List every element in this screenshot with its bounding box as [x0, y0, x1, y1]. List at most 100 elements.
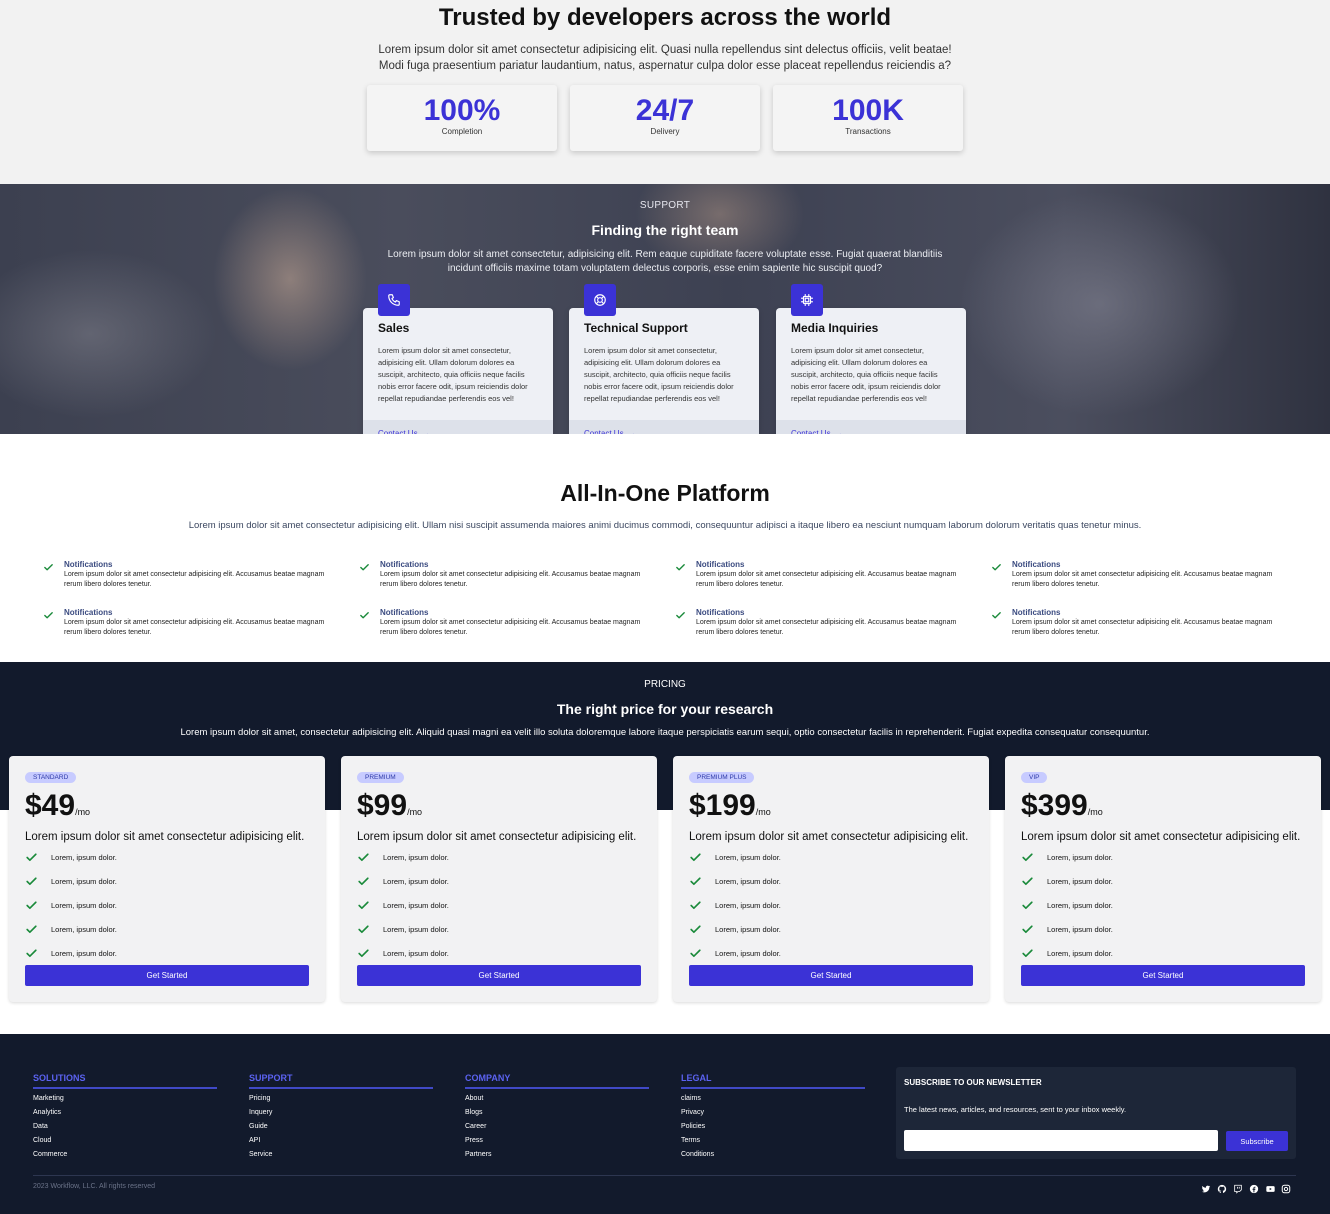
platform-section: All-In-One Platform Lorem ipsum dolor si…	[0, 434, 1330, 662]
check-icon	[675, 608, 686, 626]
check-icon	[1022, 901, 1033, 910]
plan-description: Lorem ipsum dolor sit amet consectetur a…	[1021, 831, 1301, 843]
footer-column-company: COMPANY About Blogs Career Press Partner…	[465, 1073, 649, 1162]
check-icon	[26, 949, 37, 958]
feature-text: Lorem ipsum dolor sit amet consectetur a…	[380, 619, 641, 636]
check-icon	[359, 608, 370, 626]
stat-card-delivery: 24/7 Delivery	[570, 85, 760, 151]
get-started-button[interactable]: Get Started	[1021, 965, 1305, 986]
newsletter-text: The latest news, articles, and resources…	[904, 1105, 1127, 1114]
check-icon	[358, 901, 369, 910]
plan-price: $399/mo	[1021, 789, 1103, 822]
plan-feature-label: Lorem, ipsum dolor.	[51, 853, 117, 862]
footer-link[interactable]: Conditions	[681, 1148, 865, 1162]
footer-link[interactable]: Service	[249, 1148, 433, 1162]
feature-title: Notifications	[380, 608, 429, 617]
check-icon	[1022, 853, 1033, 862]
github-icon[interactable]	[1216, 1183, 1228, 1195]
get-started-button[interactable]: Get Started	[357, 965, 641, 986]
platform-title: All-In-One Platform	[560, 480, 770, 506]
footer-link[interactable]: Press	[465, 1134, 649, 1148]
feature-title: Notifications	[380, 560, 429, 569]
stat-label: Delivery	[650, 127, 680, 136]
footer-link[interactable]: Cloud	[33, 1134, 217, 1148]
plan-description: Lorem ipsum dolor sit amet consectetur a…	[689, 831, 969, 843]
get-started-button[interactable]: Get Started	[689, 965, 973, 986]
instagram-icon[interactable]	[1280, 1183, 1292, 1195]
plan-period: /mo	[407, 807, 423, 817]
footer-column-support: SUPPORT Pricing Inquery Guide API Servic…	[249, 1073, 433, 1162]
feature-title: Notifications	[64, 608, 113, 617]
footer-column-title: COMPANY	[465, 1073, 649, 1089]
plan-feature-label: Lorem, ipsum dolor.	[715, 877, 781, 886]
support-card-title: Technical Support	[584, 321, 688, 335]
social-links	[1200, 1183, 1292, 1195]
support-eyebrow: SUPPORT	[639, 200, 691, 211]
footer-link[interactable]: Policies	[681, 1120, 865, 1134]
plan-feature-label: Lorem, ipsum dolor.	[1047, 853, 1113, 862]
footer-link[interactable]: Terms	[681, 1134, 865, 1148]
subscribe-button[interactable]: Subscribe	[1226, 1131, 1288, 1151]
feature-text: Lorem ipsum dolor sit amet consectetur a…	[696, 571, 957, 588]
footer-link[interactable]: Career	[465, 1120, 649, 1134]
newsletter-email-input[interactable]	[904, 1130, 1218, 1151]
footer-link[interactable]: Marketing	[33, 1092, 217, 1106]
footer-link[interactable]: Analytics	[33, 1106, 217, 1120]
support-title: Finding the right team	[591, 222, 739, 238]
plan-period: /mo	[75, 807, 91, 817]
plan-feature-label: Lorem, ipsum dolor.	[715, 901, 781, 910]
support-card-title: Media Inquiries	[791, 321, 879, 335]
twitch-icon[interactable]	[1232, 1183, 1244, 1195]
footer-link[interactable]: Commerce	[33, 1148, 217, 1162]
plan-badge: VIP	[1021, 772, 1048, 783]
plan-feature-label: Lorem, ipsum dolor.	[1047, 901, 1113, 910]
footer-column-title: SOLUTIONS	[33, 1073, 217, 1089]
feature-title: Notifications	[1012, 608, 1061, 617]
plan-feature-label: Lorem, ipsum dolor.	[715, 925, 781, 934]
footer-link[interactable]: About	[465, 1092, 649, 1106]
facebook-icon[interactable]	[1248, 1183, 1260, 1195]
plan-feature-label: Lorem, ipsum dolor.	[383, 949, 449, 958]
platform-description: Lorem ipsum dolor sit amet consectetur a…	[188, 520, 1142, 531]
support-card-text: Lorem ipsum dolor sit amet consectetur, …	[584, 346, 734, 403]
phone-icon	[378, 284, 410, 316]
footer-link[interactable]: Inquery	[249, 1106, 433, 1120]
check-icon	[358, 877, 369, 886]
stat-value: 24/7	[635, 94, 695, 127]
feature-text: Lorem ipsum dolor sit amet consectetur a…	[64, 571, 325, 588]
pricing-card: PREMIUM PLUS $199/mo Lorem ipsum dolor sit…	[673, 756, 989, 1002]
footer-divider	[33, 1175, 1296, 1176]
newsletter-title: SUBSCRIBE TO OUR NEWSLETTER	[904, 1078, 1042, 1087]
plan-period: /mo	[1087, 807, 1103, 817]
check-icon	[690, 925, 701, 934]
feature-text: Lorem ipsum dolor sit amet consectetur a…	[64, 619, 325, 636]
feature-text: Lorem ipsum dolor sit amet consectetur a…	[696, 619, 957, 636]
check-icon	[43, 608, 54, 626]
plan-badge: STANDARD	[25, 772, 77, 783]
pricing-eyebrow: PRICING	[644, 679, 686, 690]
footer-column-title: LEGAL	[681, 1073, 865, 1089]
stat-value: 100K	[832, 94, 904, 127]
footer-link[interactable]: Data	[33, 1120, 217, 1134]
footer-link[interactable]: Blogs	[465, 1106, 649, 1120]
plan-price: $199/mo	[689, 789, 771, 822]
footer-link[interactable]: Privacy	[681, 1106, 865, 1120]
footer-link[interactable]: claims	[681, 1092, 865, 1106]
plan-feature-label: Lorem, ipsum dolor.	[51, 901, 117, 910]
plan-badge: PREMIUM	[357, 772, 404, 783]
footer-link[interactable]: Partners	[465, 1148, 649, 1162]
check-icon	[690, 949, 701, 958]
footer-link[interactable]: Guide	[249, 1120, 433, 1134]
feature-text: Lorem ipsum dolor sit amet consectetur a…	[1012, 619, 1273, 636]
stat-value: 100%	[423, 94, 501, 127]
footer-column-solutions: SOLUTIONS Marketing Analytics Data Cloud…	[33, 1073, 217, 1162]
footer-link[interactable]: API	[249, 1134, 433, 1148]
youtube-icon[interactable]	[1264, 1183, 1276, 1195]
footer-link[interactable]: Pricing	[249, 1092, 433, 1106]
plan-feature-label: Lorem, ipsum dolor.	[1047, 877, 1113, 886]
plan-badge: PREMIUM PLUS	[689, 772, 755, 783]
pricing-card: PREMIUM $99/mo Lorem ipsum dolor sit amet …	[341, 756, 657, 1002]
get-started-button[interactable]: Get Started	[25, 965, 309, 986]
stat-label: Transactions	[845, 127, 891, 136]
twitter-icon[interactable]	[1200, 1183, 1212, 1195]
